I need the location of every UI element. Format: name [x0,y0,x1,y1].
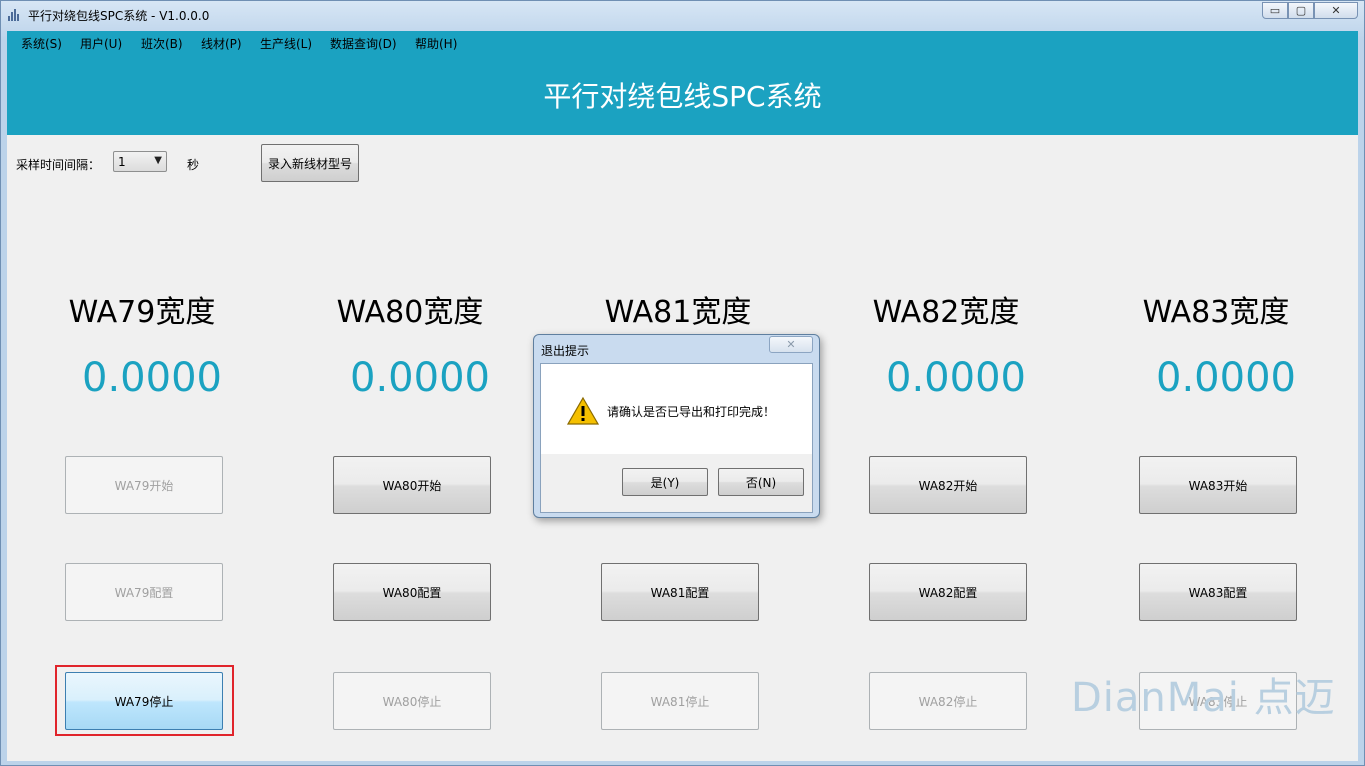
wa83-config-button[interactable]: WA83配置 [1139,563,1297,621]
wa82-stop-button[interactable]: WA82停止 [869,672,1027,730]
station-value-wa79: 0.0000 [82,355,222,401]
wa81-stop-button[interactable]: WA81停止 [601,672,759,730]
close-icon: ✕ [786,338,796,351]
station-value-wa80: 0.0000 [350,355,490,401]
app-window: 平行对绕包线SPC系统 - V1.0.0.0 ▭ ▢ ✕ 系统(S) 用户(U)… [0,0,1365,766]
menu-system[interactable]: 系统(S) [21,35,62,52]
wa80-config-button[interactable]: WA80配置 [333,563,491,621]
chevron-down-icon: ▼ [154,155,162,166]
wa80-stop-button[interactable]: WA80停止 [333,672,491,730]
wa83-start-button[interactable]: WA83开始 [1139,456,1297,514]
wa82-start-button[interactable]: WA82开始 [869,456,1027,514]
new-wire-model-button[interactable]: 录入新线材型号 [261,144,359,182]
watermark: DianMai 点迈 [1071,675,1336,721]
title-bar[interactable]: 平行对绕包线SPC系统 - V1.0.0.0 ▭ ▢ ✕ [1,1,1364,29]
wa82-config-button[interactable]: WA82配置 [869,563,1027,621]
menu-shift[interactable]: 班次(B) [141,35,183,52]
window-controls: ▭ ▢ ✕ [1262,2,1358,20]
dialog-message: 请确认是否已导出和打印完成！ [607,405,776,419]
dialog-close-button[interactable]: ✕ [769,336,813,353]
dialog-title: 退出提示 [541,344,590,358]
minimize-button[interactable]: ▭ [1262,2,1288,19]
menu-user[interactable]: 用户(U) [80,35,122,52]
wa80-start-button[interactable]: WA80开始 [333,456,491,514]
wa79-start-button[interactable]: WA79开始 [65,456,223,514]
station-title-wa82: WA82宽度 [872,295,1020,330]
menu-wire[interactable]: 线材(P) [201,35,242,52]
dialog-yes-button[interactable]: 是(Y) [622,468,708,496]
sample-interval-unit: 秒 [187,158,200,172]
station-title-wa81: WA81宽度 [604,295,752,330]
sample-interval-value: 1 [118,155,126,169]
menu-production-line[interactable]: 生产线(L) [260,35,312,52]
sample-interval-select[interactable]: 1 ▼ [113,151,167,172]
dialog-body: 请确认是否已导出和打印完成！ 是(Y) 否(N) [540,363,813,513]
window-title: 平行对绕包线SPC系统 - V1.0.0.0 [28,9,210,23]
close-icon: ✕ [1331,4,1341,17]
station-title-wa79: WA79宽度 [68,295,216,330]
app-chart-icon [7,7,21,21]
station-title-wa80: WA80宽度 [336,295,484,330]
sample-interval-label: 采样时间间隔： [16,158,101,172]
menu-help[interactable]: 帮助(H) [415,35,457,52]
warning-icon [567,396,599,425]
minimize-icon: ▭ [1269,4,1281,17]
close-button[interactable]: ✕ [1314,2,1358,19]
maximize-button[interactable]: ▢ [1288,2,1314,19]
highlight-box [55,665,234,736]
dialog-footer: 是(Y) 否(N) [541,454,812,512]
wa79-config-button[interactable]: WA79配置 [65,563,223,621]
menu-bar: 系统(S) 用户(U) 班次(B) 线材(P) 生产线(L) 数据查询(D) 帮… [7,31,1358,53]
wa81-config-button[interactable]: WA81配置 [601,563,759,621]
menu-data-query[interactable]: 数据查询(D) [330,35,397,52]
dialog-no-button[interactable]: 否(N) [718,468,804,496]
banner: 平行对绕包线SPC系统 [7,53,1358,135]
exit-dialog: 退出提示 ✕ 请确认是否已导出和打印完成！ 是(Y) 否(N) [533,334,820,518]
banner-title: 平行对绕包线SPC系统 [543,80,822,113]
station-value-wa82: 0.0000 [886,355,1026,401]
station-title-wa83: WA83宽度 [1142,295,1290,330]
station-value-wa83: 0.0000 [1156,355,1296,401]
maximize-icon: ▢ [1295,4,1307,17]
